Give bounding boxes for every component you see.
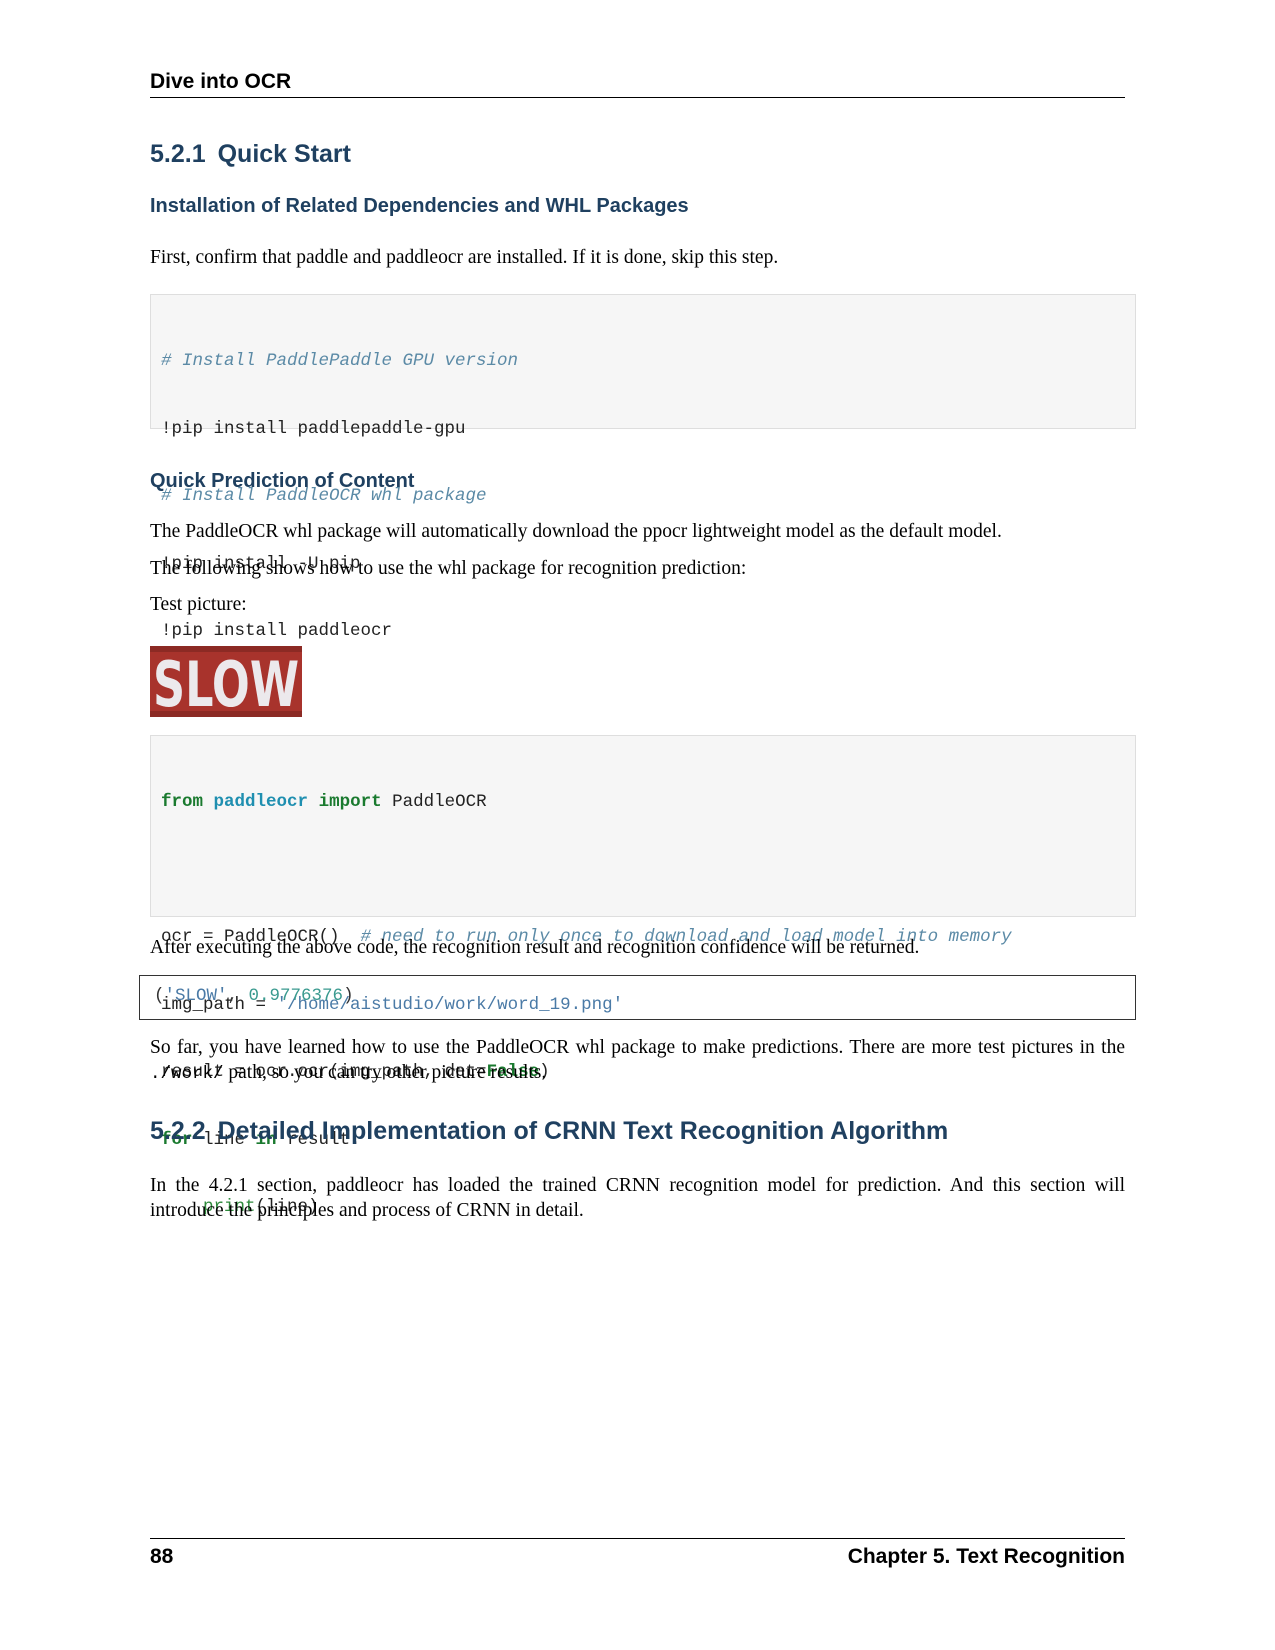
subsection-heading-prediction: Quick Prediction of Content	[150, 470, 415, 492]
code-line: !pip install paddlepaddle-gpu	[161, 418, 466, 439]
test-picture-label: Test picture:	[150, 594, 247, 615]
output-string: 'SLOW'	[164, 986, 228, 1006]
running-header: Dive into OCR	[150, 70, 1125, 98]
install-intro-paragraph: First, confirm that paddle and paddleocr…	[150, 247, 779, 268]
subsection-heading-install: Installation of Related Dependencies and…	[150, 195, 689, 217]
page-footer: 88 Chapter 5. Text Recognition	[150, 1538, 1125, 1569]
prediction-code-block: from paddleocr import PaddleOCR ocr = Pa…	[150, 735, 1136, 1217]
section-heading-5-2-1: 5.2.1 Quick Start	[150, 140, 351, 169]
output-text: )	[343, 986, 354, 1006]
so-far-text-end: path, so you can try other picture resul…	[223, 1062, 547, 1083]
prediction-paragraph-1: The PaddleOCR whl package will automatic…	[150, 521, 1002, 542]
chapter-title: Chapter 5. Text Recognition	[847, 1545, 1125, 1568]
output-text: ,	[227, 986, 249, 1006]
so-far-text: So far, you have learned how to use the …	[150, 1037, 1125, 1058]
document-page: Dive into OCR 5.2.1 Quick Start Installat…	[0, 0, 1275, 1650]
output-text: (	[154, 986, 165, 1006]
so-far-paragraph: So far, you have learned how to use the …	[150, 1035, 1125, 1087]
crnn-intro-paragraph: In the 4.2.1 section, paddleocr has load…	[150, 1175, 1125, 1221]
test-picture-slow-image: SLOW	[150, 646, 302, 717]
section-title: Detailed Implementation of CRNN Text Rec…	[217, 1117, 949, 1145]
page-number: 88	[150, 1545, 174, 1568]
code-line: # Install PaddlePaddle GPU version	[161, 351, 519, 371]
code-keyword: from	[161, 792, 204, 812]
section-heading-5-2-2: 5.2.2 Detailed Implementation of CRNN Tex…	[150, 1117, 948, 1146]
image-lettering: SLOW	[153, 648, 299, 717]
output-number: 0.9776376	[248, 986, 344, 1006]
section-title: Quick Start	[217, 140, 351, 168]
code-line-import: from paddleocr import PaddleOCR	[161, 791, 1125, 814]
section-number: 5.2.1	[150, 140, 206, 168]
code-keyword: import	[318, 792, 382, 812]
code-line: !pip install paddleocr	[161, 621, 393, 641]
code-text: PaddleOCR	[392, 792, 487, 812]
inline-code-path: ./work/	[150, 1064, 224, 1084]
prediction-paragraph-2: The following shows how to use the whl p…	[150, 558, 747, 579]
output-block: ('SLOW', 0.9776376)	[139, 975, 1136, 1020]
section-number: 5.2.2	[150, 1117, 206, 1145]
after-execution-paragraph: After executing the above code, the reco…	[150, 937, 920, 958]
install-code-block: # Install PaddlePaddle GPU version !pip …	[150, 294, 1136, 641]
code-module: paddleocr	[213, 792, 309, 812]
